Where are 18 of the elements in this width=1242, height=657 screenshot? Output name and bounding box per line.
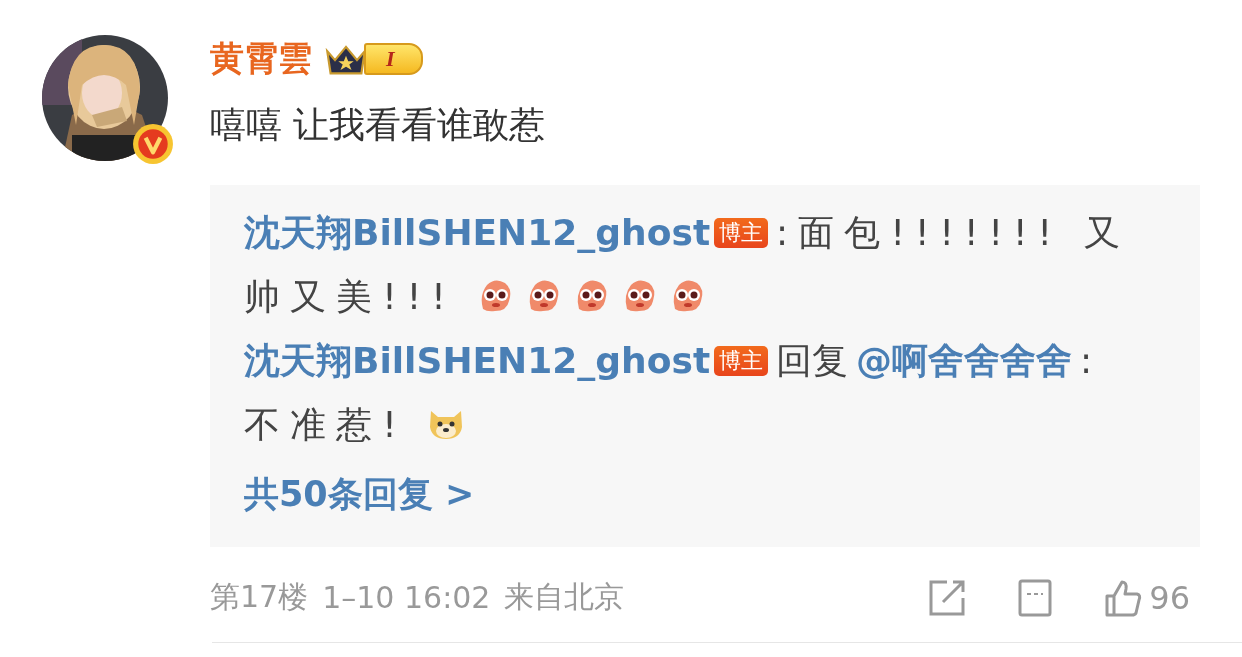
author-badge: 博主 bbox=[714, 218, 769, 248]
reply-text: :面包!!!!!!! 又 bbox=[776, 212, 1130, 253]
reply-prefix: 回复 bbox=[776, 340, 849, 381]
post-time: 1–10 16:02 bbox=[322, 580, 491, 615]
reply-author[interactable]: 沈天翔BillSHEN12_ghost bbox=[244, 340, 711, 381]
floor-number: 第17楼 bbox=[210, 578, 309, 616]
level-badge: I bbox=[364, 43, 423, 75]
more-replies-link[interactable]: 共50条回复 > bbox=[244, 459, 475, 529]
reply-author[interactable]: 沈天翔BillSHEN12_ghost bbox=[244, 212, 711, 253]
author-name[interactable]: 黄霄雲 bbox=[210, 36, 312, 82]
post-location: 来自北京 bbox=[504, 578, 625, 616]
reply-text: 不准惹! bbox=[244, 404, 407, 445]
comment-text: 嘻嘻 让我看看谁敢惹 bbox=[210, 103, 547, 147]
mention-link[interactable]: @啊舍舍舍舍 bbox=[856, 340, 1073, 381]
like-count: 96 bbox=[1149, 578, 1190, 617]
reply-text: 帅又美!!! bbox=[244, 276, 456, 317]
reply-text: : bbox=[1080, 340, 1103, 381]
author-badge: 博主 bbox=[714, 346, 769, 376]
